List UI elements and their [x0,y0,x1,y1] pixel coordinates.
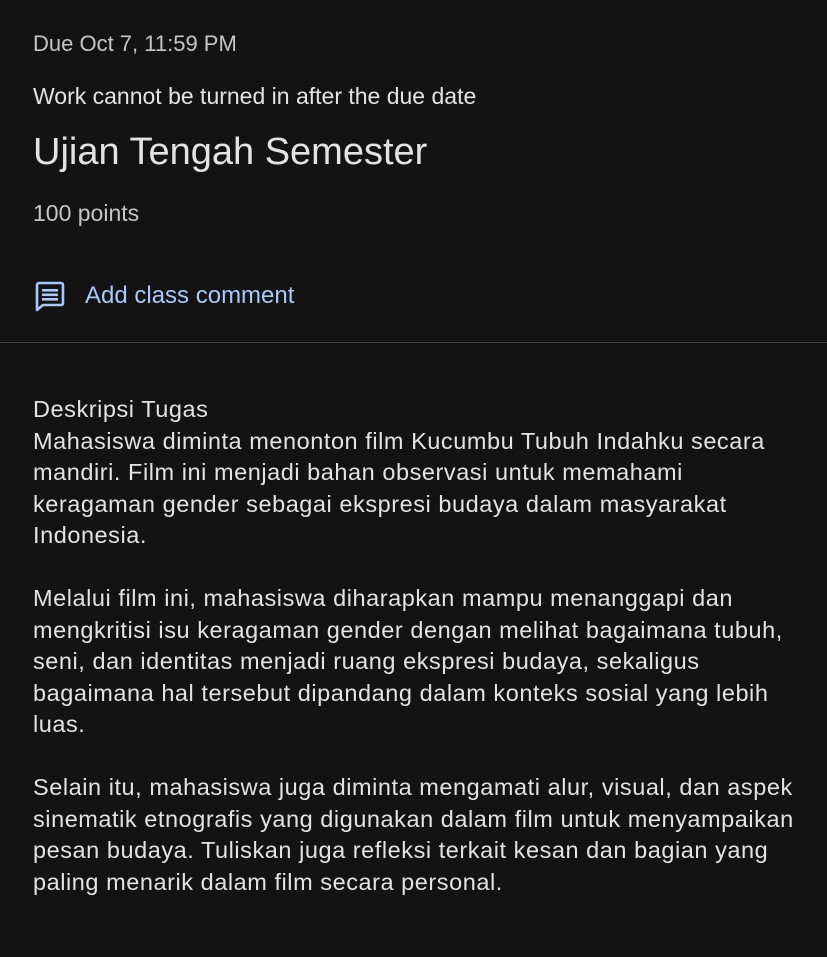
comment-icon [33,279,67,313]
assignment-points: 100 points [33,200,140,226]
description-paragraph: Selain itu, mahasiswa juga diminta menga… [33,774,794,895]
add-class-comment-label: Add class comment [85,282,295,309]
description-paragraph: Mahasiswa diminta menonton film Kucumbu … [33,427,765,549]
assignment-title: Ujian Tengah Semester [33,131,428,173]
add-class-comment-button[interactable]: Add class comment [33,278,294,314]
description-heading: Deskripsi Tugas [33,396,209,422]
assignment-description: Deskripsi Tugas Mahasiswa diminta menont… [33,394,803,898]
due-date: Due Oct 7, 11:59 PM [33,31,237,56]
late-submission-note: Work cannot be turned in after the due d… [33,83,477,109]
section-divider [0,342,827,343]
description-paragraph: Melalui film ini, mahasiswa diharapkan m… [33,585,783,737]
